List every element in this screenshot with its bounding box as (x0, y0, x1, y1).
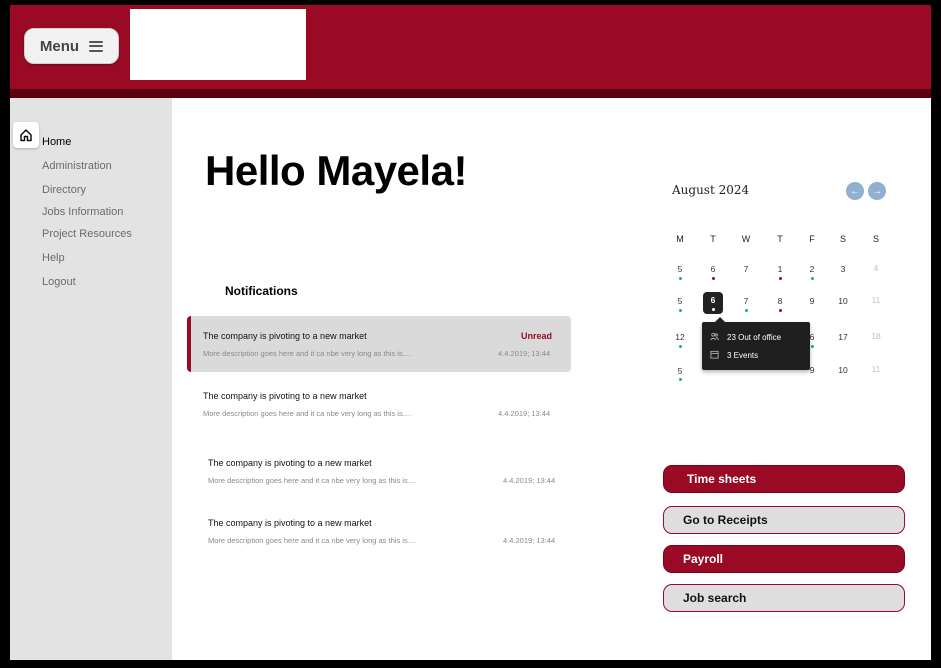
arrow-right-icon: → (872, 185, 882, 197)
calendar-day[interactable]: 5 (670, 366, 690, 376)
event-dot (679, 277, 682, 280)
calendar-day[interactable]: 10 (833, 296, 853, 306)
notification-title: The company is pivoting to a new market (208, 458, 372, 468)
calendar-day[interactable]: 4 (866, 263, 886, 273)
home-icon[interactable] (13, 122, 39, 148)
header-divider (10, 89, 931, 98)
hamburger-icon (89, 40, 104, 52)
event-dot (811, 277, 814, 280)
calendar-day[interactable]: 2 (802, 264, 822, 274)
event-dot (811, 345, 814, 348)
event-dot (712, 308, 715, 311)
sidebar-item-project-resources[interactable]: Project Resources (42, 228, 132, 240)
sidebar-item-administration[interactable]: Administration (42, 160, 112, 172)
weekday-label: M (676, 234, 684, 244)
calendar-icon (710, 350, 719, 361)
weekday-label: F (809, 234, 815, 244)
time-sheets-button-label: Time sheets (687, 472, 757, 486)
event-dot (679, 378, 682, 381)
people-icon (710, 332, 719, 343)
event-dot (712, 277, 715, 280)
notification-date: 4.4.2019; 13:44 (498, 349, 551, 358)
day-tooltip: 23 Out of office 3 Events (702, 317, 810, 370)
notification-description: More description goes here and it ca nbe… (208, 476, 417, 485)
payroll-button[interactable]: Payroll (663, 545, 905, 573)
calendar-day[interactable]: 3 (833, 264, 853, 274)
weekday-label: W (741, 234, 751, 244)
notification-date: 4.4.2019; 13:44 (503, 536, 556, 545)
time-sheets-button[interactable]: Time sheets (663, 465, 905, 493)
notification-title: The company is pivoting to a new market (203, 331, 367, 341)
calendar-day[interactable]: 5 (670, 296, 690, 306)
calendar-day[interactable]: 18 (866, 331, 886, 341)
app-window: Menu Home Administration Directory Jobs … (10, 5, 931, 660)
weekday-label: S (839, 234, 846, 244)
go-to-receipts-button[interactable]: Go to Receipts (663, 506, 905, 534)
calendar-next-button[interactable]: → (868, 182, 886, 200)
sidebar-item-home[interactable]: Home (42, 136, 71, 148)
calendar-day[interactable]: 7 (736, 264, 756, 274)
calendar-month-label: August 2024 (672, 183, 750, 197)
calendar-day[interactable]: 6 (703, 264, 723, 274)
page-title: Hello Mayela! (205, 147, 467, 194)
weekday-label: T (777, 234, 783, 244)
window-frame: Menu Home Administration Directory Jobs … (0, 0, 941, 668)
calendar-day[interactable]: 11 (866, 364, 886, 374)
event-dot (745, 309, 748, 312)
notification-item[interactable]: The company is pivoting to a new market … (187, 316, 571, 372)
notification-item[interactable]: The company is pivoting to a new market … (196, 443, 576, 499)
tooltip-row-events: 3 Events (710, 350, 758, 361)
calendar-day[interactable]: 7 (736, 296, 756, 306)
menu-button-label: Menu (39, 37, 80, 55)
calendar-day[interactable]: 9 (802, 296, 822, 306)
notification-description: More description goes here and it ca nbe… (208, 536, 417, 545)
tooltip-row-out-of-office: 23 Out of office (710, 332, 781, 343)
notification-date: 4.4.2019; 13:44 (498, 409, 551, 418)
notification-title: The company is pivoting to a new market (203, 391, 367, 401)
calendar-day[interactable]: 11 (866, 295, 886, 305)
tooltip-out-of-office-text: 23 Out of office (727, 333, 782, 342)
logo-placeholder (130, 9, 306, 80)
event-dot (779, 309, 782, 312)
calendar-prev-button[interactable]: ← (846, 182, 864, 200)
sidebar-item-logout[interactable]: Logout (42, 276, 76, 288)
sidebar-item-jobs-information[interactable]: Jobs Information (42, 206, 123, 218)
weekday-label: T (710, 234, 716, 244)
notifications-heading: Notifications (225, 284, 298, 298)
notification-title: The company is pivoting to a new market (208, 518, 372, 528)
notification-item[interactable]: The company is pivoting to a new market … (196, 503, 576, 559)
sidebar: Home Administration Directory Jobs Infor… (10, 98, 172, 660)
payroll-button-label: Payroll (683, 552, 724, 566)
notification-description: More description goes here and it ca nbe… (203, 409, 412, 418)
notification-item[interactable]: The company is pivoting to a new market … (191, 376, 571, 432)
calendar-day[interactable]: 8 (770, 296, 790, 306)
calendar-day[interactable]: 17 (833, 332, 853, 342)
calendar-day[interactable]: 5 (670, 264, 690, 274)
sidebar-item-help[interactable]: Help (42, 252, 65, 264)
event-dot (779, 277, 782, 280)
calendar-day[interactable]: 12 (670, 332, 690, 342)
job-search-button[interactable]: Job search (663, 584, 905, 612)
arrow-left-icon: ← (850, 185, 860, 197)
menu-button[interactable]: Menu (24, 28, 119, 64)
event-dot (679, 345, 682, 348)
event-dot (679, 309, 682, 312)
top-header: Menu (10, 5, 931, 89)
weekday-label: S (872, 234, 879, 244)
calendar-day[interactable]: 1 (770, 264, 790, 274)
notification-status-badge: Unread (521, 331, 553, 341)
go-to-receipts-button-label: Go to Receipts (683, 513, 768, 527)
sidebar-item-directory[interactable]: Directory (42, 184, 86, 196)
calendar-day[interactable]: 10 (833, 365, 853, 375)
tooltip-events-text: 3 Events (727, 351, 759, 360)
notification-date: 4.4.2019; 13:44 (503, 476, 556, 485)
notification-description: More description goes here and it ca nbe… (203, 349, 412, 358)
job-search-button-label: Job search (683, 591, 747, 605)
